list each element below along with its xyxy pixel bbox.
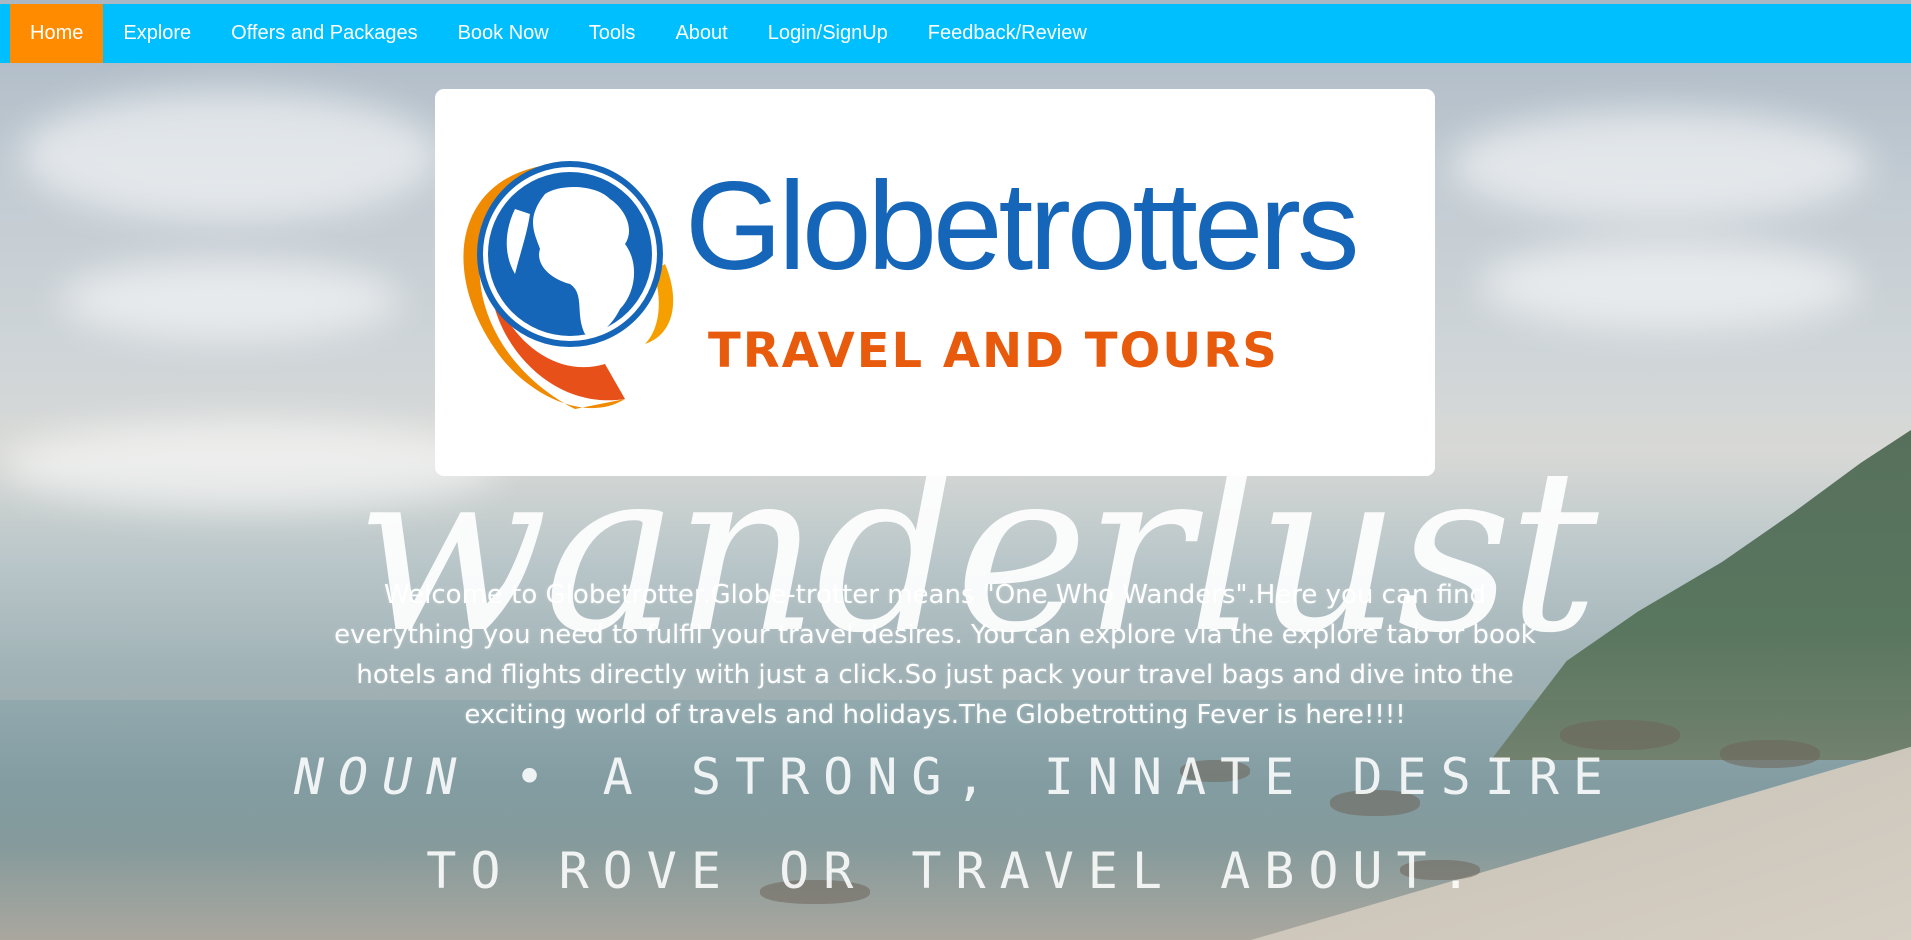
nav-feedback-review[interactable]: Feedback/Review xyxy=(908,4,1107,63)
top-navbar: Home Explore Offers and Packages Book No… xyxy=(0,4,1911,63)
nav-offers-and-packages[interactable]: Offers and Packages xyxy=(211,4,437,63)
nav-about[interactable]: About xyxy=(655,4,747,63)
definition-line-2: TO ROVE OR TRAVEL ABOUT. xyxy=(426,842,1485,900)
nav-login-signup[interactable]: Login/SignUp xyxy=(748,4,908,63)
definition-text-1: • A STRONG, INNATE DESIRE xyxy=(514,748,1618,806)
nav-explore[interactable]: Explore xyxy=(103,4,211,63)
nav-home[interactable]: Home xyxy=(10,4,104,63)
logo-card: Globetrotters TRAVEL AND TOURS xyxy=(435,89,1435,476)
brand-name: Globetrotters xyxy=(685,157,1360,296)
nav-tools[interactable]: Tools xyxy=(569,4,656,63)
welcome-paragraph: Welcome to Globetrotter.Globe-trotter me… xyxy=(334,580,1536,730)
definition-line-1: NOUN • A STRONG, INNATE DESIRE xyxy=(0,748,1911,806)
brand-tagline: TRAVEL AND TOURS xyxy=(708,323,1279,379)
nav-book-now[interactable]: Book Now xyxy=(438,4,569,63)
definition-noun: NOUN xyxy=(293,748,471,806)
